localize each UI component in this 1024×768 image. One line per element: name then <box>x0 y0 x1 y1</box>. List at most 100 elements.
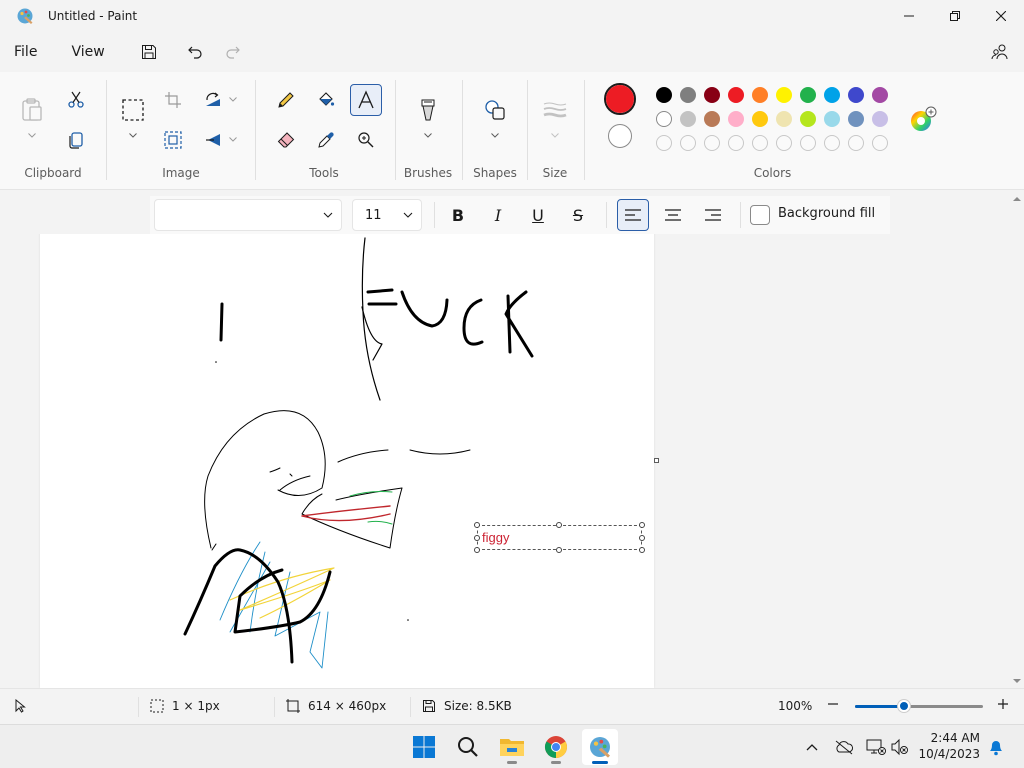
text-box-content[interactable]: figgy <box>482 530 509 545</box>
drawing-canvas[interactable]: figgy <box>40 234 654 688</box>
font-size-dropdown[interactable]: 11 <box>352 199 422 231</box>
text-box[interactable]: figgy <box>474 522 645 553</box>
color-swatch[interactable] <box>680 135 696 151</box>
onedrive-icon[interactable] <box>834 737 854 757</box>
color-swatch[interactable] <box>800 135 816 151</box>
secondary-color[interactable] <box>608 124 632 148</box>
cut-button[interactable] <box>60 84 92 116</box>
align-left-button[interactable] <box>617 199 649 231</box>
brushes-button[interactable] <box>412 94 444 126</box>
color-swatch[interactable] <box>680 87 696 103</box>
paint-app-icon <box>17 8 33 24</box>
select-button[interactable] <box>117 94 149 126</box>
notifications-button[interactable] <box>986 737 1006 757</box>
color-swatch[interactable] <box>752 87 768 103</box>
paste-dropdown[interactable] <box>26 130 38 140</box>
underline-button[interactable]: U <box>522 199 554 231</box>
shapes-button[interactable] <box>479 94 511 126</box>
color-swatch[interactable] <box>656 135 672 151</box>
brushes-dropdown[interactable] <box>422 130 434 140</box>
font-family-dropdown[interactable] <box>154 199 342 231</box>
start-button[interactable] <box>406 729 442 765</box>
chrome-button[interactable] <box>538 729 574 765</box>
network-icon[interactable] <box>866 737 886 757</box>
color-swatch[interactable] <box>872 135 888 151</box>
color-swatch[interactable] <box>776 135 792 151</box>
color-swatch[interactable] <box>824 87 840 103</box>
color-swatch[interactable] <box>752 135 768 151</box>
zoom-in-button[interactable] <box>996 697 1010 711</box>
copy-button[interactable] <box>60 124 92 156</box>
color-swatch[interactable] <box>872 87 888 103</box>
people-icon <box>991 44 1008 60</box>
color-swatch[interactable] <box>728 135 744 151</box>
text-tool[interactable] <box>350 84 382 116</box>
align-center-button[interactable] <box>657 199 689 231</box>
primary-color[interactable] <box>606 85 634 113</box>
eraser-tool[interactable] <box>270 124 302 156</box>
save-button[interactable] <box>133 36 165 68</box>
color-swatch[interactable] <box>704 111 720 127</box>
menu-file[interactable]: File <box>8 38 43 66</box>
tools-group: Tools <box>256 72 392 190</box>
pencil-tool[interactable] <box>270 84 302 116</box>
color-swatch[interactable] <box>680 111 696 127</box>
system-clock[interactable]: 2:44 AM 10/4/2023 <box>918 730 980 762</box>
search-button[interactable] <box>450 729 486 765</box>
color-swatch[interactable] <box>728 111 744 127</box>
italic-button[interactable]: I <box>482 199 514 231</box>
minimize-button[interactable] <box>886 0 932 32</box>
size-dropdown[interactable] <box>549 130 561 140</box>
zoom-slider[interactable] <box>855 700 983 712</box>
strikethrough-button[interactable]: S <box>562 199 594 231</box>
canvas-resize-handle[interactable] <box>654 458 659 463</box>
color-swatch[interactable] <box>848 135 864 151</box>
color-swatch[interactable] <box>800 111 816 127</box>
color-swatch[interactable] <box>776 87 792 103</box>
menu-view[interactable]: View <box>65 38 110 66</box>
flip-dropdown[interactable] <box>227 134 239 144</box>
edit-colors-button[interactable] <box>907 104 939 136</box>
size-button[interactable] <box>539 94 571 126</box>
volume-icon[interactable] <box>890 737 910 757</box>
color-swatch[interactable] <box>824 135 840 151</box>
background-fill-label[interactable]: Background fill <box>778 206 875 221</box>
color-swatch[interactable] <box>848 111 864 127</box>
fill-tool[interactable] <box>310 84 342 116</box>
color-swatch[interactable] <box>800 87 816 103</box>
color-swatch[interactable] <box>824 111 840 127</box>
resize-button[interactable] <box>157 124 189 156</box>
paint-taskbar-button[interactable] <box>582 729 618 765</box>
shapes-dropdown[interactable] <box>489 130 501 140</box>
vertical-scrollbar[interactable] <box>1010 190 1024 688</box>
close-button[interactable] <box>978 0 1024 32</box>
color-swatch[interactable] <box>728 87 744 103</box>
paste-button[interactable] <box>16 94 48 126</box>
select-dropdown[interactable] <box>127 130 139 140</box>
maximize-button[interactable] <box>932 0 978 32</box>
magnifier-tool[interactable] <box>350 124 382 156</box>
crop-button[interactable] <box>157 84 189 116</box>
color-swatch[interactable] <box>704 87 720 103</box>
bold-button[interactable]: B <box>442 199 474 231</box>
color-swatch[interactable] <box>848 87 864 103</box>
flip-button[interactable] <box>197 124 229 156</box>
zoom-slider-thumb[interactable] <box>898 700 910 712</box>
redo-button[interactable] <box>217 36 249 68</box>
color-swatch[interactable] <box>776 111 792 127</box>
align-right-button[interactable] <box>697 199 729 231</box>
show-hidden-icons-button[interactable] <box>802 737 822 757</box>
color-picker-tool[interactable] <box>310 124 342 156</box>
color-swatch[interactable] <box>872 111 888 127</box>
rotate-dropdown[interactable] <box>227 94 239 104</box>
zoom-out-button[interactable] <box>826 697 840 711</box>
rotate-button[interactable] <box>197 84 229 116</box>
color-swatch[interactable] <box>656 87 672 103</box>
color-swatch[interactable] <box>656 111 672 127</box>
file-explorer-button[interactable] <box>494 729 530 765</box>
color-swatch[interactable] <box>704 135 720 151</box>
undo-button[interactable] <box>179 36 211 68</box>
share-button[interactable] <box>984 36 1016 68</box>
color-swatch[interactable] <box>752 111 768 127</box>
background-fill-checkbox[interactable] <box>750 205 770 225</box>
